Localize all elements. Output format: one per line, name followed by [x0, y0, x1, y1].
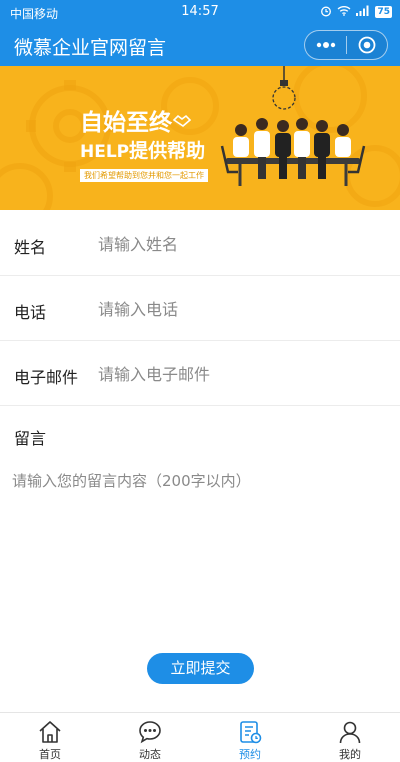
tab-news-label: 动态 [139, 748, 161, 761]
user-icon [339, 721, 361, 744]
name-row: 姓名 [0, 212, 400, 276]
battery-level: 75 [375, 6, 392, 18]
tab-bar: 首页 动态 预约 我的 [0, 712, 400, 762]
email-label: 电子邮件 [14, 368, 79, 387]
alarm-icon [320, 5, 332, 20]
tab-news[interactable]: 动态 [100, 713, 200, 762]
email-row: 电子邮件 [0, 342, 400, 406]
status-bar: 中国移动 14:57 75 [0, 0, 400, 24]
tab-appointment[interactable]: 预约 [200, 713, 300, 762]
page: 中国移动 14:57 75 微慕企业官网留言 自始至终 HELP提供帮助 我们希… [0, 0, 400, 762]
banner-image: 自始至终 HELP提供帮助 我们希望帮助到您并和您一起工作 [0, 66, 400, 210]
banner-subline: HELP提供帮助 [80, 140, 208, 163]
tab-home-label: 首页 [39, 748, 61, 761]
close-button[interactable] [347, 31, 387, 59]
nav-bar: 微慕企业官网留言 [0, 24, 400, 66]
name-input[interactable] [98, 228, 378, 260]
banner-subline-en: HELP [80, 142, 130, 162]
submit-button[interactable]: 立即提交 [147, 653, 254, 684]
signal-icon [356, 5, 370, 19]
mini-program-capsule [304, 30, 388, 60]
name-label: 姓名 [14, 238, 47, 257]
appointment-icon [240, 721, 262, 744]
more-dots-icon [316, 42, 335, 48]
more-button[interactable] [305, 31, 346, 59]
handshake-icon [172, 112, 192, 131]
chat-bubble-icon [139, 721, 161, 744]
wifi-icon [337, 5, 351, 19]
tab-appointment-label: 预约 [239, 748, 261, 761]
message-label: 留言 [14, 429, 47, 448]
banner-subline-cn: 提供帮助 [129, 140, 206, 162]
banner-tagline: 我们希望帮助到您并和您一起工作 [80, 169, 208, 182]
phone-label: 电话 [14, 303, 47, 322]
message-textarea[interactable] [12, 470, 388, 630]
email-input[interactable] [98, 358, 378, 390]
close-target-icon [358, 36, 376, 54]
phone-row: 电话 [0, 277, 400, 341]
tab-home[interactable]: 首页 [0, 713, 100, 762]
tab-profile[interactable]: 我的 [300, 713, 400, 762]
tab-profile-label: 我的 [339, 748, 361, 761]
phone-input[interactable] [98, 293, 378, 325]
home-icon [39, 721, 61, 743]
status-icons: 75 [320, 4, 392, 20]
page-title: 微慕企业官网留言 [14, 37, 167, 59]
